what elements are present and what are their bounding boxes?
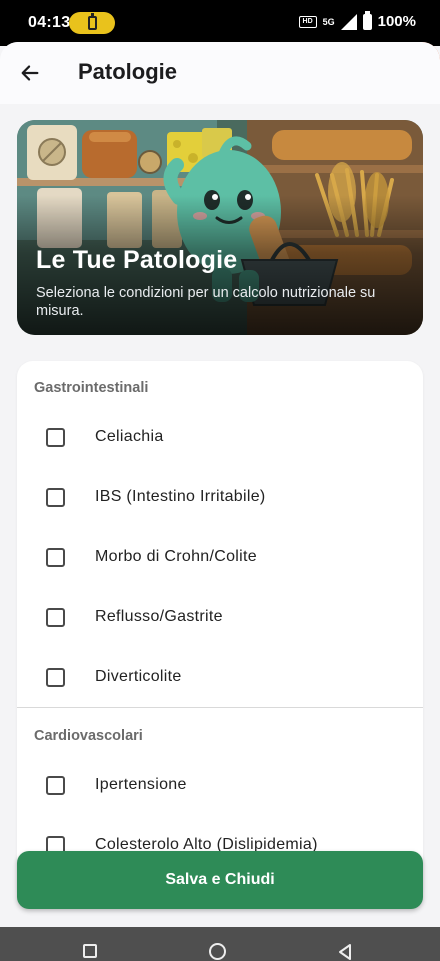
option-label: Morbo di Crohn/Colite [95,548,257,565]
section-header-gastrointestinal: Gastrointestinali [34,380,149,396]
hero-title: Le Tue Patologie [36,246,238,274]
signal-icon [340,13,357,30]
checkbox[interactable] [46,776,65,795]
back-button[interactable] [14,57,46,89]
option-ipertensione[interactable]: Ipertensione [17,755,423,815]
status-indicators: HD 5G 100% [298,10,416,30]
arrow-back-icon [21,65,39,81]
home-icon[interactable] [209,943,226,960]
app-bar: Patologie [0,42,440,104]
save-close-button[interactable]: Salva e Chiudi [17,851,423,909]
checkbox[interactable] [46,668,65,687]
option-label: Reflusso/Gastrite [95,608,223,625]
hero-card: Le Tue Patologie Seleziona le condizioni… [17,120,423,335]
hero-subtitle: Seleziona le condizioni per un calcolo n… [36,285,376,319]
checkbox[interactable] [46,548,65,567]
option-crohn-colite[interactable]: Morbo di Crohn/Colite [17,527,423,587]
system-nav-bar [0,927,440,961]
option-reflusso-gastrite[interactable]: Reflusso/Gastrite [17,587,423,647]
battery-saver-icon [69,12,115,34]
option-label: Ipertensione [95,776,187,793]
option-label: IBS (Intestino Irritabile) [95,488,266,505]
option-ibs[interactable]: IBS (Intestino Irritabile) [17,467,423,527]
network-type-label: 5G [322,16,335,27]
option-label: Diverticolite [95,668,182,685]
section-header-cardiovascular: Cardiovascolari [34,728,143,744]
option-celiachia[interactable]: Celiachia [17,407,423,467]
status-bar: 04:13 HD 5G 100% [0,0,440,46]
checkbox[interactable] [46,488,65,507]
page-title: Patologie [78,59,178,84]
battery-percent: 100% [377,13,416,30]
battery-icon [362,10,372,30]
back-icon[interactable] [337,943,353,961]
app-screen: Patologie Le Tue Patologie Seleziona le … [0,42,440,927]
checkbox[interactable] [46,608,65,627]
hd-voice-icon: HD [298,15,317,28]
recents-icon[interactable] [83,944,97,958]
status-time: 04:13 [28,14,71,31]
section-divider [17,707,423,708]
conditions-list[interactable]: Gastrointestinali Celiachia IBS (Intesti… [17,361,423,901]
option-label: Celiachia [95,428,164,445]
option-diverticolite[interactable]: Diverticolite [17,647,423,707]
checkbox[interactable] [46,428,65,447]
